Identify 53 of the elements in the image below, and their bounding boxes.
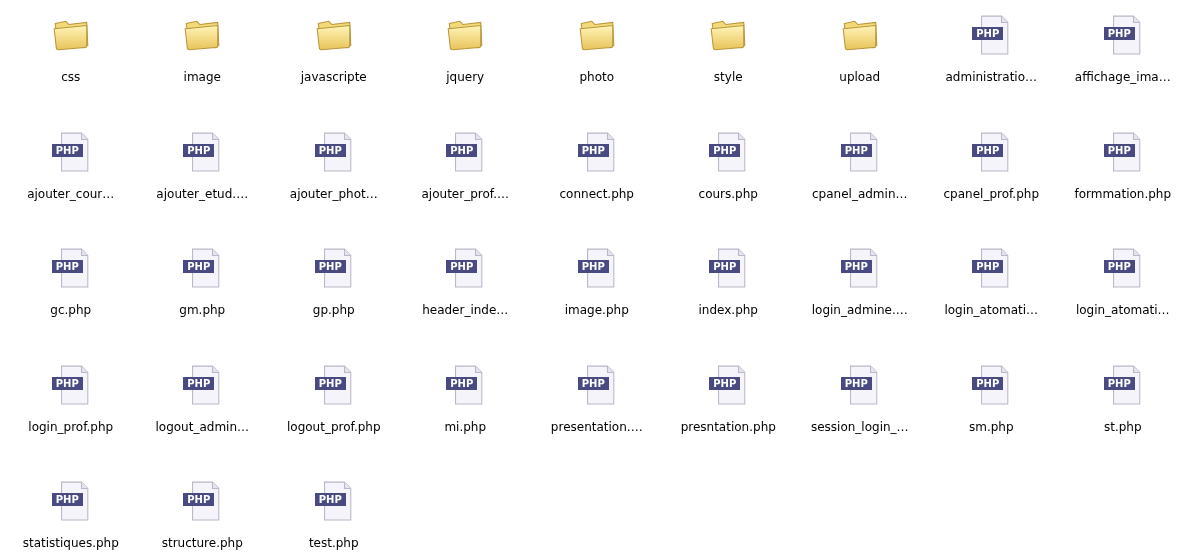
file-name[interactable]: login_admine.… <box>811 303 908 317</box>
file-type-badge: PHP <box>314 260 346 273</box>
file-name[interactable]: sm.php <box>968 419 1014 434</box>
file-name[interactable]: administratio… <box>945 70 1038 84</box>
file-name[interactable]: cours.php <box>698 186 758 201</box>
file-name[interactable]: st.php <box>1103 419 1142 434</box>
file-name[interactable]: login_prof.php <box>28 419 114 434</box>
file-name[interactable]: gc.php <box>50 303 92 317</box>
file-name[interactable]: session_login_… <box>810 419 909 434</box>
file-name[interactable]: affichage_ima… <box>1074 70 1171 84</box>
file-name[interactable]: logout_prof.php <box>286 419 381 434</box>
file-name[interactable]: login_atomati… <box>1075 303 1170 317</box>
file-type-badge: PHP <box>972 260 1004 273</box>
file-name[interactable]: header_inde… <box>422 303 509 317</box>
file-type-badge: PHP <box>840 260 872 273</box>
file-name[interactable]: presntation.php <box>680 419 776 434</box>
file-name[interactable]: ajouter_prof.… <box>421 186 509 201</box>
file-type-badge: PHP <box>446 260 478 273</box>
file-name[interactable]: cpanel_admin… <box>812 186 908 201</box>
file-name[interactable]: image.php <box>564 303 629 317</box>
file-name[interactable]: structure.php <box>161 536 243 550</box>
folder-name[interactable]: style <box>713 70 743 84</box>
file-type-badge: PHP <box>709 260 741 273</box>
file-name[interactable]: ajouter_cour… <box>27 186 115 201</box>
file-type-badge: PHP <box>314 493 346 506</box>
file-name[interactable]: logout_admin… <box>155 419 249 434</box>
file-type-badge: PHP <box>183 493 215 506</box>
file-name[interactable]: presentation.… <box>550 419 643 434</box>
folder-name[interactable]: upload <box>839 70 881 84</box>
file-name[interactable]: gp.php <box>312 303 355 317</box>
file-name[interactable]: formmation.php <box>1074 186 1172 201</box>
folder-name[interactable]: image <box>183 70 221 84</box>
file-type-badge: PHP <box>51 493 83 506</box>
file-name[interactable]: ajouter_phot… <box>289 186 378 201</box>
folder-name[interactable]: jquery <box>446 70 485 84</box>
folder-name[interactable]: css <box>61 70 81 84</box>
file-type-badge: PHP <box>577 260 609 273</box>
file-name[interactable]: connect.php <box>559 186 634 201</box>
file-type-badge: PHP <box>51 260 83 273</box>
file-type-badge: PHP <box>183 260 215 273</box>
file-name[interactable]: login_atomati… <box>944 303 1039 317</box>
file-name[interactable]: test.php <box>308 536 359 550</box>
file-name[interactable]: statistiques.php <box>22 536 119 550</box>
file-type-badge: PHP <box>972 27 1004 40</box>
file-name[interactable]: gm.php <box>179 303 226 317</box>
file-type-badge: PHP <box>1103 260 1135 273</box>
folder-name[interactable]: javascripte <box>300 70 367 84</box>
folder-name[interactable]: photo <box>579 70 615 84</box>
file-name[interactable]: index.php <box>698 303 758 317</box>
file-name[interactable]: cpanel_prof.php <box>943 186 1039 201</box>
file-name[interactable]: mi.php <box>444 419 487 434</box>
file-name[interactable]: ajouter_etud.… <box>156 186 249 201</box>
file-type-badge: PHP <box>1103 27 1135 40</box>
